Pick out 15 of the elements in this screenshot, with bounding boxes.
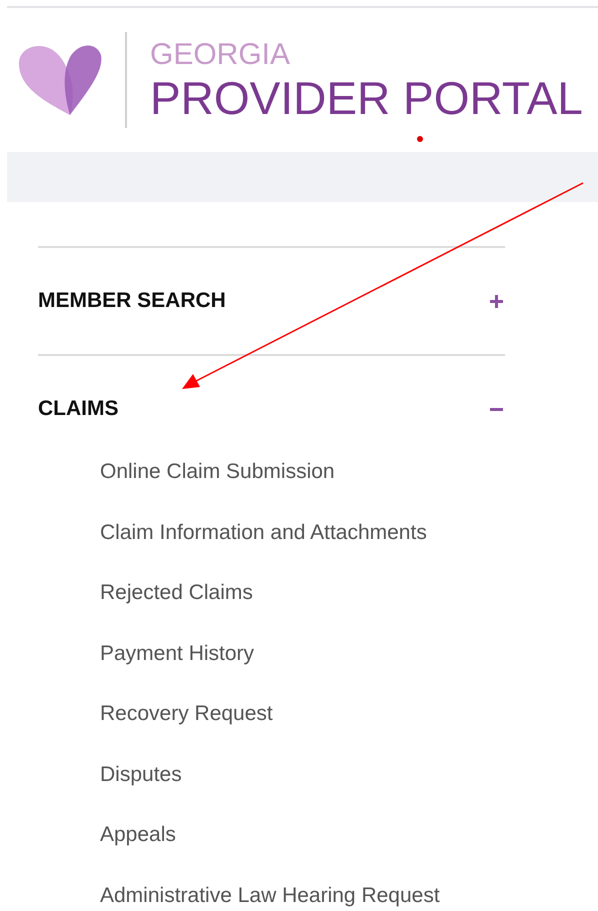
menu-section-title[interactable]: CLAIMS	[38, 397, 118, 421]
heart-logo-icon	[18, 43, 102, 117]
brand-title: PROVIDER PORTAL	[150, 73, 583, 123]
menu-section-title[interactable]: MEMBER SEARCH	[38, 289, 226, 313]
annotation-dot	[417, 136, 423, 142]
submenu-link[interactable]: Administrative Law Hearing Request	[100, 866, 505, 911]
brand-subtitle: GEORGIA	[150, 37, 292, 73]
submenu-link[interactable]: Recovery Request	[100, 684, 505, 744]
submenu-link[interactable]: Rejected Claims	[100, 563, 505, 624]
submenu-link[interactable]: Payment History	[100, 624, 505, 684]
submenu-link[interactable]: Disputes	[100, 744, 505, 805]
submenu-link[interactable]: Online Claim Submission	[100, 442, 505, 502]
submenu-link[interactable]: Appeals	[100, 805, 505, 866]
submenu-link[interactable]: Claim Information and Attachments	[100, 502, 505, 563]
expand-icon[interactable]	[490, 294, 503, 308]
